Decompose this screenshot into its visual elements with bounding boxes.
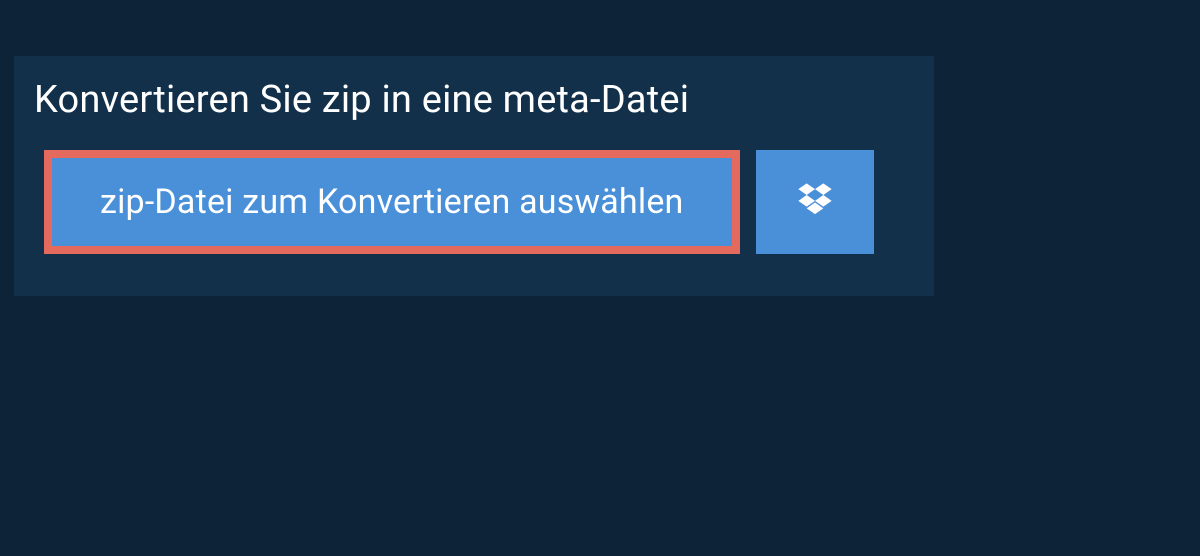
page-title: Konvertieren Sie zip in eine meta-Datei bbox=[14, 56, 934, 150]
dropbox-icon bbox=[795, 180, 835, 224]
action-row: zip-Datei zum Konvertieren auswählen bbox=[14, 150, 934, 254]
select-file-button[interactable]: zip-Datei zum Konvertieren auswählen bbox=[44, 150, 740, 254]
converter-panel: Konvertieren Sie zip in eine meta-Datei … bbox=[14, 56, 934, 296]
select-file-label: zip-Datei zum Konvertieren auswählen bbox=[100, 182, 684, 222]
dropbox-button[interactable] bbox=[756, 150, 874, 254]
